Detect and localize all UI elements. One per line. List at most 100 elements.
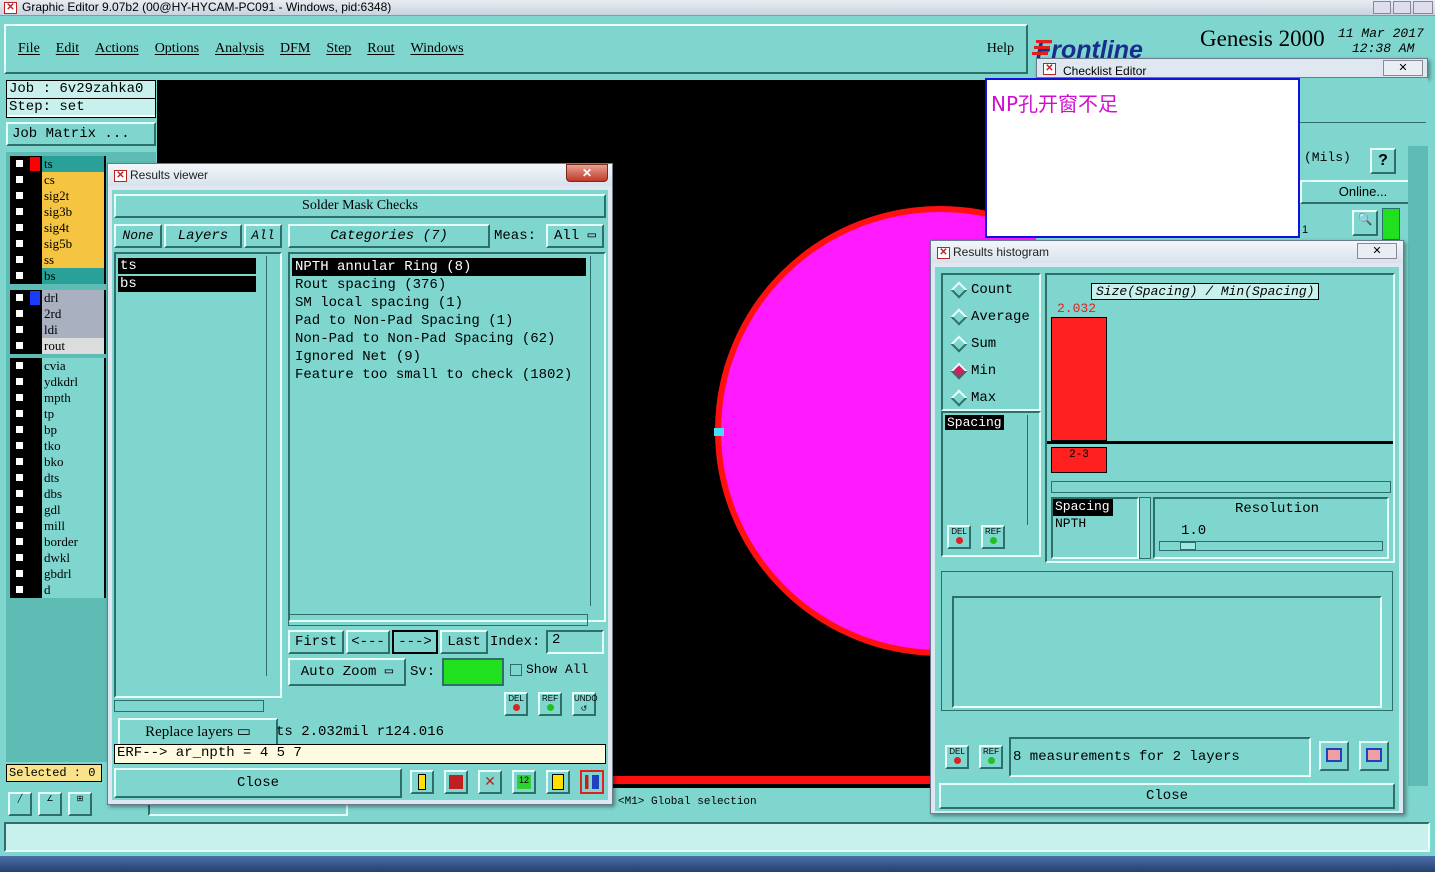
spacing-list[interactable]: Spacing NPTH	[1051, 497, 1139, 559]
resolution-slider-thumb[interactable]	[1180, 542, 1196, 550]
zoom-icon[interactable]: 🔍	[1352, 210, 1378, 236]
layer-row-mill[interactable]: mill	[10, 518, 106, 534]
layer-checkbox[interactable]	[14, 238, 25, 249]
first-button[interactable]: First	[288, 630, 344, 654]
layer-list-scrollbar[interactable]	[266, 256, 278, 676]
auto-zoom-dropdown[interactable]: Auto Zoom ▭	[288, 658, 406, 686]
histogram-icon[interactable]	[580, 770, 604, 794]
menu-options[interactable]: Options	[155, 41, 199, 57]
command-line[interactable]	[4, 822, 1430, 852]
layer-checkbox[interactable]	[14, 376, 25, 387]
layer-row-rout[interactable]: rout	[10, 338, 106, 354]
hist-del-small-button[interactable]: DEL	[947, 525, 971, 549]
layer-checkbox[interactable]	[14, 488, 25, 499]
results-close-button[interactable]: Close	[114, 768, 402, 798]
layer-checkbox[interactable]	[14, 340, 25, 351]
layer-row-gdl[interactable]: gdl	[10, 502, 106, 518]
layer-checkbox[interactable]	[14, 520, 25, 531]
index-input[interactable]: 2	[546, 630, 604, 654]
layer-checkbox[interactable]	[14, 324, 25, 335]
sequence-icon[interactable]: 12	[512, 770, 536, 794]
checklist-scrollbar[interactable]	[1408, 146, 1428, 786]
layer-row-ts[interactable]: ts	[10, 156, 106, 172]
layer-row-bp[interactable]: bp	[10, 422, 106, 438]
category-item[interactable]: Ignored Net (9)	[292, 348, 602, 366]
layer-checkbox[interactable]	[14, 456, 25, 467]
layer-checkbox[interactable]	[14, 504, 25, 515]
none-button[interactable]: None	[114, 224, 162, 248]
layer-row-ldi[interactable]: ldi	[10, 322, 106, 338]
category-item[interactable]: Rout spacing (376)	[292, 276, 602, 294]
results-viewer-close-x[interactable]: ✕	[566, 164, 608, 182]
next-button[interactable]: --->	[392, 630, 438, 654]
radio-icon[interactable]	[950, 335, 968, 353]
mode-min[interactable]: Min	[949, 362, 1039, 380]
category-item[interactable]: Non-Pad to Non-Pad Spacing (62)	[292, 330, 602, 348]
category-list[interactable]: NPTH annular Ring (8) Rout spacing (376) S…	[288, 252, 606, 622]
layer-row-sig3b[interactable]: sig3b	[10, 204, 106, 220]
spacing-list-item[interactable]: NPTH	[1053, 516, 1137, 533]
layer-row-border[interactable]: border	[10, 534, 106, 550]
histogram-close-button[interactable]: Close	[939, 783, 1395, 809]
layer-row-bko[interactable]: bko	[10, 454, 106, 470]
hist-ref-button[interactable]: REF	[979, 745, 1003, 769]
radio-icon[interactable]	[950, 308, 968, 326]
layer-up-icon[interactable]	[410, 770, 434, 794]
layer-checkbox[interactable]	[14, 424, 25, 435]
result-layer-item[interactable]: ts	[118, 258, 256, 274]
layer-row-dwkl[interactable]: dwkl	[10, 550, 106, 566]
layer-row-tko[interactable]: tko	[10, 438, 106, 454]
layer-checkbox[interactable]	[14, 552, 25, 563]
menu-dfm[interactable]: DFM	[280, 41, 310, 57]
layer-row-ss[interactable]: ss	[10, 252, 106, 268]
category-item[interactable]: Feature too small to check (1802)	[292, 366, 602, 384]
category-hscroll[interactable]	[288, 614, 588, 626]
help-menu[interactable]: Help	[987, 41, 1014, 57]
layer-checkbox[interactable]	[14, 222, 25, 233]
layer-checkbox[interactable]	[14, 392, 25, 403]
minimize-button[interactable]	[1373, 1, 1391, 14]
radio-icon[interactable]	[950, 389, 968, 407]
line-tool-icon[interactable]: ╱	[8, 792, 32, 816]
layer-checkbox[interactable]	[14, 270, 25, 281]
category-item[interactable]: SM local spacing (1)	[292, 294, 602, 312]
ref-button[interactable]: REF	[538, 692, 562, 716]
graph-export-icon[interactable]	[1359, 741, 1389, 771]
menu-file[interactable]: File	[18, 41, 40, 57]
prev-button[interactable]: <---	[346, 630, 390, 654]
mode-sum[interactable]: Sum	[949, 335, 1039, 353]
result-layer-item[interactable]: bs	[118, 276, 256, 292]
layer-checkbox[interactable]	[14, 206, 25, 217]
layer-checkbox[interactable]	[14, 440, 25, 451]
close-window-button[interactable]	[1413, 1, 1433, 14]
histogram-close-x[interactable]: ✕	[1357, 243, 1397, 259]
layer-checkbox[interactable]	[14, 308, 25, 319]
meas-dropdown[interactable]: All ▭	[546, 224, 604, 248]
layer-row-sig2t[interactable]: sig2t	[10, 188, 106, 204]
sv-dropdown[interactable]	[442, 658, 504, 686]
menu-edit[interactable]: Edit	[56, 41, 79, 57]
all-layers-button[interactable]: All	[244, 224, 282, 248]
layer-arrow-icon[interactable]	[444, 770, 468, 794]
layer-row-mpth[interactable]: mpth	[10, 390, 106, 406]
undo-button[interactable]: UNDO ↺	[572, 692, 598, 716]
chart-hscroll[interactable]	[1051, 481, 1391, 493]
radio-icon[interactable]	[950, 281, 968, 299]
layer-checkbox[interactable]	[14, 568, 25, 579]
layer-row-d[interactable]: d	[10, 582, 106, 598]
checklist-close-button[interactable]: ✕	[1383, 60, 1423, 76]
category-item[interactable]: Pad to Non-Pad Spacing (1)	[292, 312, 602, 330]
spacing-list-item[interactable]: Spacing	[1053, 499, 1113, 516]
layer-checkbox[interactable]	[14, 254, 25, 265]
menu-step[interactable]: Step	[326, 41, 351, 57]
layer-row-dts[interactable]: dts	[10, 470, 106, 486]
spacing-list-scrollbar[interactable]	[1139, 497, 1151, 559]
layer-result-list[interactable]: ts bs	[114, 252, 282, 698]
erase-icon[interactable]: ✕	[478, 770, 502, 794]
maximize-button[interactable]	[1393, 1, 1411, 14]
menu-windows[interactable]: Windows	[411, 41, 464, 57]
layer-checkbox[interactable]	[14, 174, 25, 185]
layer-row-cvia[interactable]: cvia	[10, 358, 106, 374]
layer-row-drl[interactable]: drl	[10, 290, 106, 306]
layer-checkbox[interactable]	[14, 158, 25, 169]
